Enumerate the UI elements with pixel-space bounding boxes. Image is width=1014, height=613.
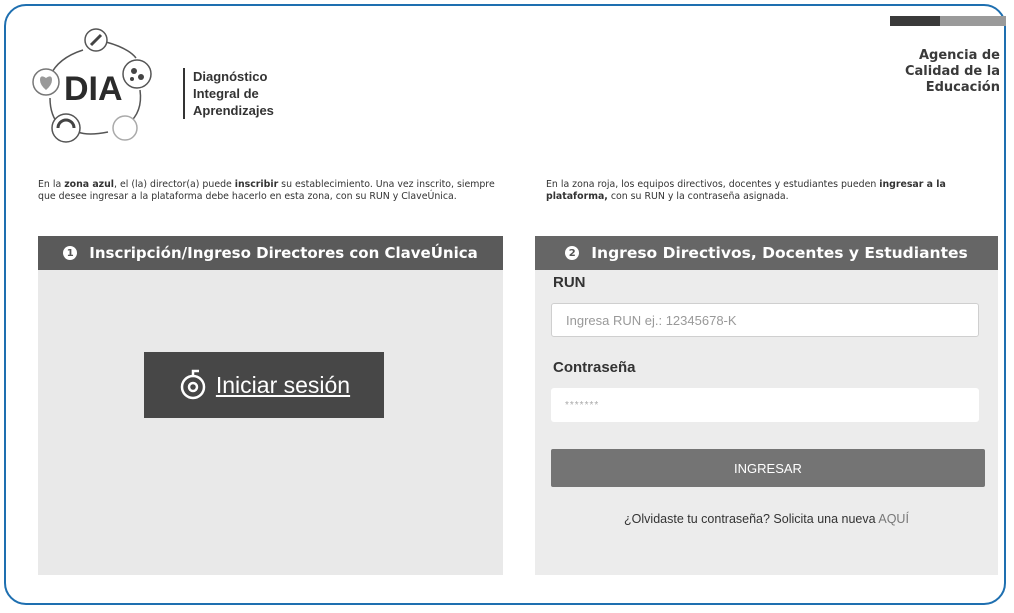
agency-line-2: Calidad de la (904, 64, 1000, 79)
agency-line-1: Agencia de (918, 48, 1000, 63)
intro-left-text: En la zona azul, el (la) director(a) pue… (38, 179, 495, 202)
forgot-password-text: ¿Olvidaste tu contraseña? Solicita una n… (624, 512, 909, 526)
intro-right-text: En la zona roja, los equipos directivos,… (546, 179, 946, 202)
run-input[interactable]: Ingresa RUN ej.: 12345678-K (551, 303, 979, 337)
staff-login-panel: 2 Ingreso Directivos, Docentes y Estudia… (535, 236, 998, 575)
password-label: Contraseña (553, 359, 636, 376)
agency-logo: Agencia de Calidad de la Educación (880, 48, 1000, 96)
agency-line-3: Educación (925, 80, 1000, 95)
staff-panel-title: Ingreso Directivos, Docentes y Estudiant… (591, 244, 968, 262)
dia-acronym: DIA (64, 70, 123, 108)
step-number-badge: 1 (63, 246, 78, 260)
iniciar-sesion-label: Iniciar sesión (215, 371, 351, 398)
agency-color-bar (890, 16, 1006, 26)
iniciar-sesion-button[interactable]: Iniciar sesión (144, 352, 384, 418)
directors-panel-header: 1 Inscripción/Ingreso Directores con Cla… (38, 236, 503, 270)
logo-line-3: Aprendizajes (193, 103, 274, 118)
step-number-badge: 2 (565, 246, 580, 260)
logo-title: Diagnóstico Integral de Aprendizajes (183, 68, 274, 119)
dia-logo-graphic: DIA (32, 28, 152, 143)
logo-line-2: Integral de (193, 86, 259, 101)
staff-panel-header: 2 Ingreso Directivos, Docentes y Estudia… (535, 236, 998, 270)
directors-panel: 1 Inscripción/Ingreso Directores con Cla… (38, 236, 503, 575)
dia-logo: DIA Diagnóstico Integral de Aprendizajes (28, 28, 274, 148)
ingresar-button[interactable]: INGRESAR (551, 449, 985, 487)
run-label: RUN (553, 274, 586, 291)
logo-line-1: Diagnóstico (193, 69, 268, 84)
directors-panel-title: Inscripción/Ingreso Directores con Clave… (89, 244, 478, 262)
forgot-password-link[interactable]: AQUÍ (878, 512, 909, 526)
password-input[interactable]: ******* (551, 388, 979, 422)
claveunica-icon (180, 369, 206, 400)
